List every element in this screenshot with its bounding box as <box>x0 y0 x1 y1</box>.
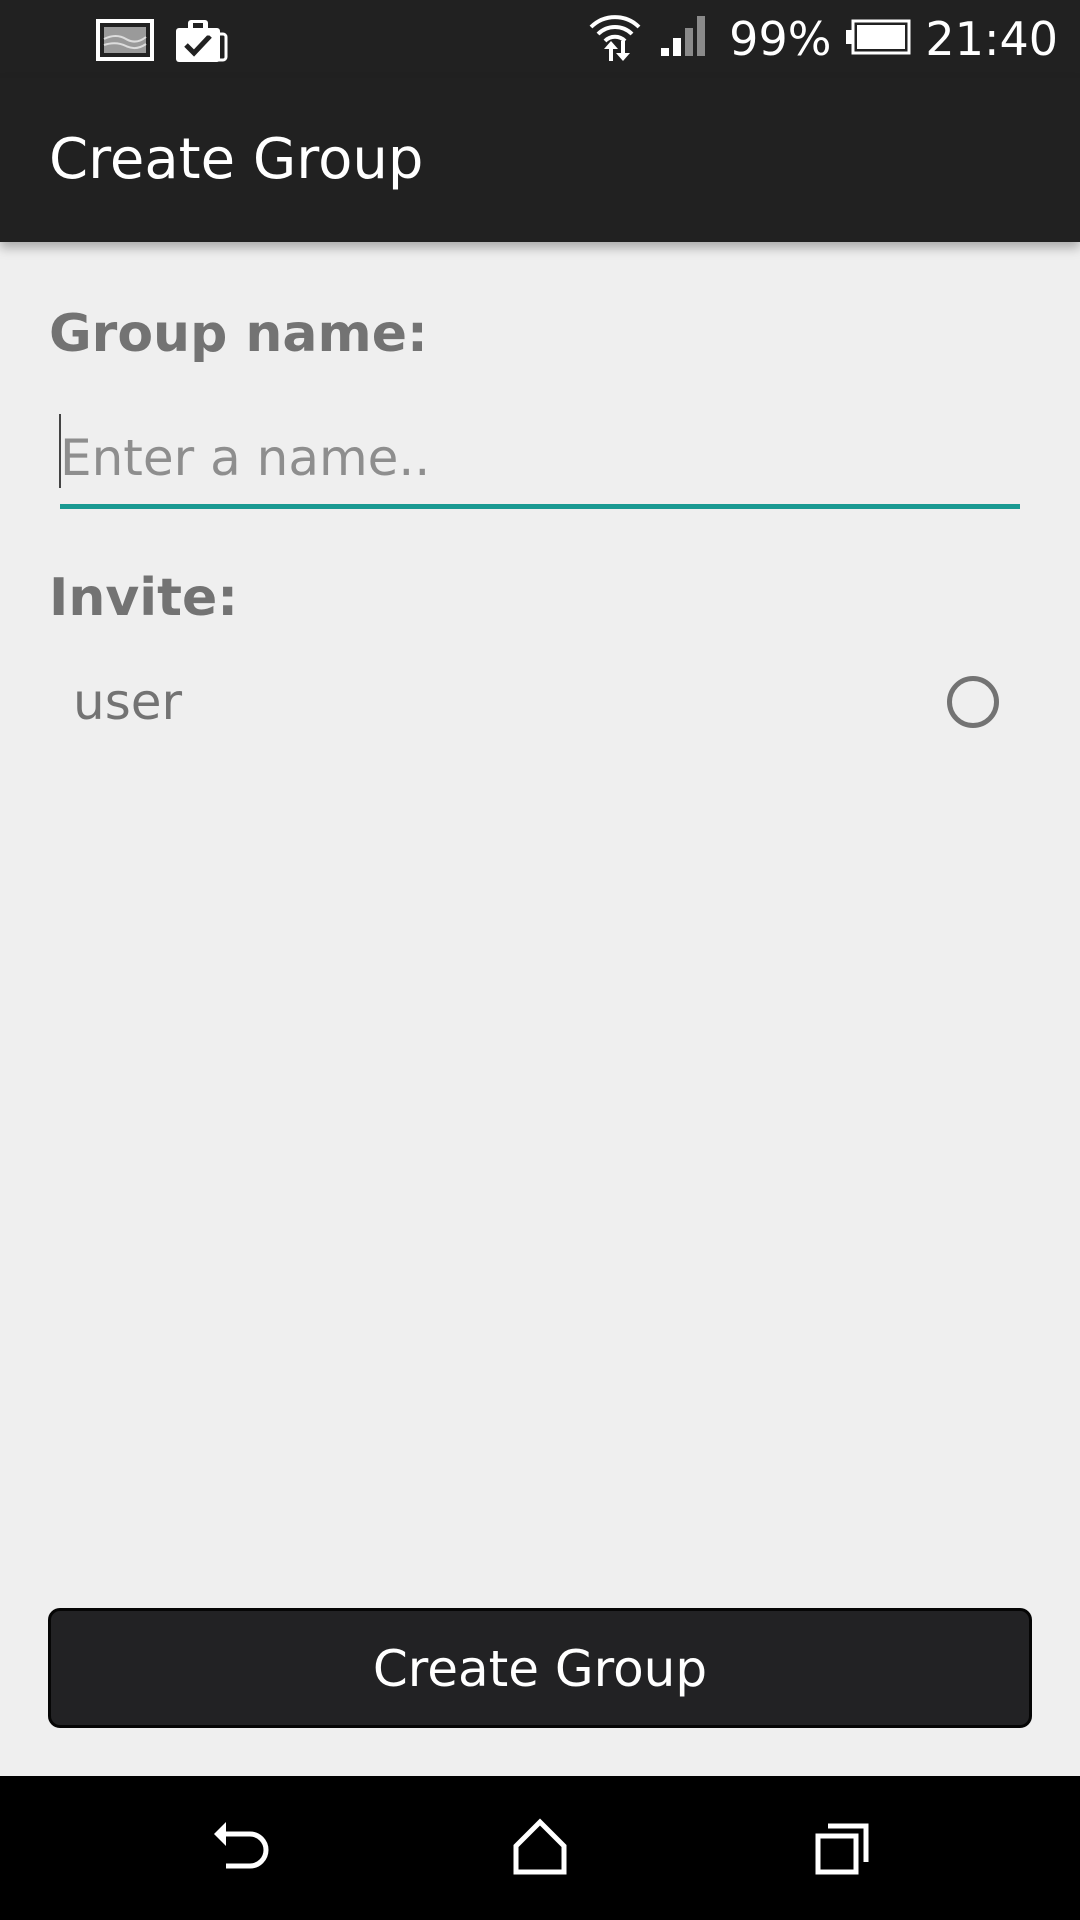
gallery-icon <box>96 17 154 67</box>
app-bar: Create Group <box>0 78 1080 242</box>
page-title: Create Group <box>49 127 424 192</box>
user-name: user <box>73 673 183 731</box>
back-icon[interactable] <box>204 1812 276 1884</box>
create-group-button[interactable]: Create Group <box>48 1608 1032 1728</box>
battery-percent: 99% <box>729 12 832 66</box>
invite-user-row[interactable]: user <box>49 654 1031 754</box>
group-name-input[interactable] <box>60 412 1020 509</box>
clipboard-check-icon <box>172 14 228 70</box>
wifi-icon <box>585 5 645 74</box>
system-status: 99% 21:40 <box>585 10 1058 68</box>
battery-icon <box>845 12 911 66</box>
recent-apps-icon[interactable] <box>804 1812 876 1884</box>
notification-icons <box>96 14 228 70</box>
group-name-label: Group name: <box>49 304 428 364</box>
user-select-radio[interactable] <box>947 676 999 728</box>
text-cursor <box>59 414 61 488</box>
status-bar: 99% 21:40 <box>0 0 1080 78</box>
invite-label: Invite: <box>49 568 239 628</box>
navigation-bar <box>0 1776 1080 1920</box>
signal-icon <box>659 10 715 69</box>
clock: 21:40 <box>925 12 1058 66</box>
create-group-form: Group name: Invite: user Create Group <box>0 242 1080 1776</box>
home-icon[interactable] <box>504 1812 576 1884</box>
